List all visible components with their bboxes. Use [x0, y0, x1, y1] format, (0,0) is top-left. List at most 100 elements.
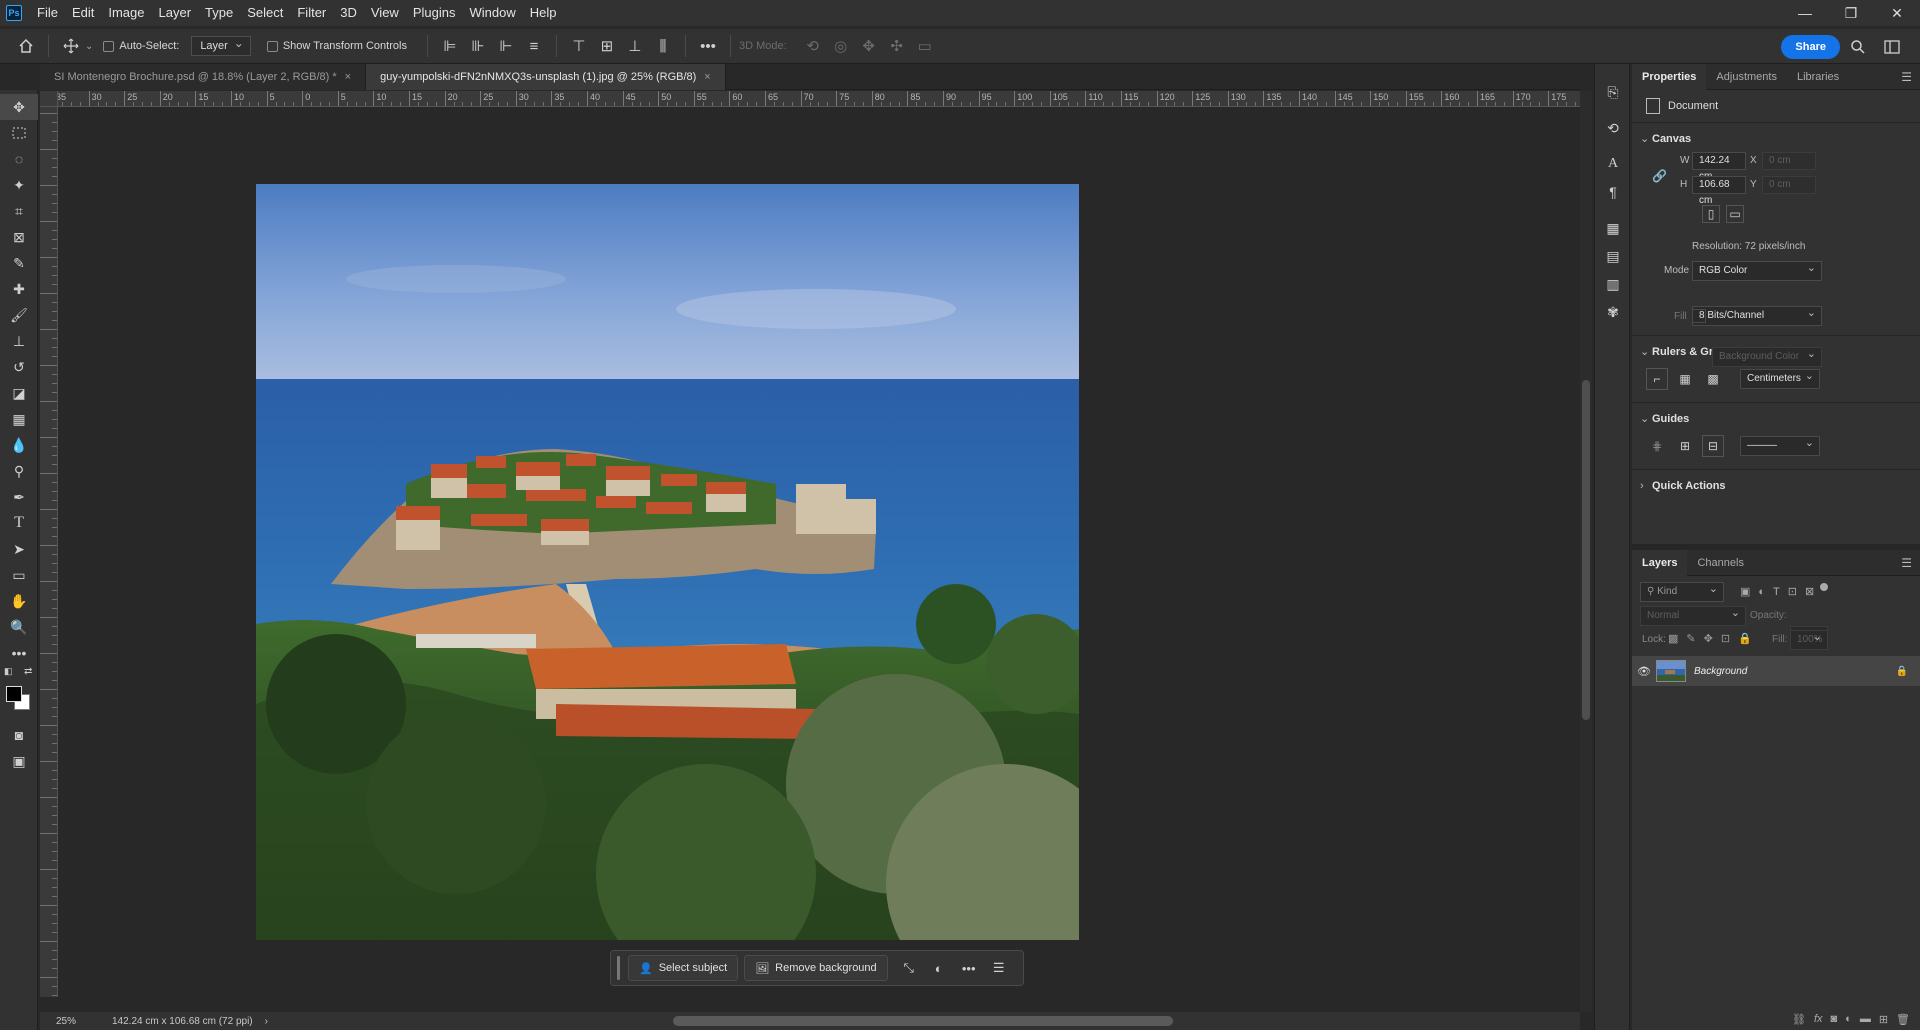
swatches-icon[interactable]: ▤	[1595, 242, 1631, 270]
show-transform-checkbox[interactable]	[266, 40, 278, 52]
align-top-icon[interactable]: ⊤	[565, 32, 593, 60]
height-field[interactable]: 106.68 cm	[1692, 176, 1746, 206]
align-bottom-icon[interactable]: ⊥	[621, 32, 649, 60]
drag-handle[interactable]	[617, 956, 620, 980]
guide-style-dropdown[interactable]: ———	[1740, 434, 1820, 456]
close-tab-icon[interactable]: ×	[704, 71, 710, 83]
select-subject-button[interactable]: 👤 Select subject	[628, 955, 739, 981]
layer-row-background[interactable]: 👁 Background 🔒	[1632, 656, 1920, 686]
guides-toggle-icon[interactable]: ⋕	[1646, 435, 1668, 457]
width-field[interactable]: 142.24 cm	[1692, 152, 1746, 182]
guides-section-header[interactable]: ⌄ Guides	[1632, 409, 1920, 429]
foreground-color-swatch[interactable]	[6, 686, 22, 702]
more-options-icon[interactable]: •••	[694, 32, 722, 60]
horizontal-scrollbar[interactable]	[673, 1016, 1173, 1026]
auto-select-checkbox[interactable]	[103, 40, 115, 52]
layers-menu-icon[interactable]: ☰	[1901, 556, 1912, 570]
link-layers-icon[interactable]: ⛓	[1792, 1013, 1806, 1026]
new-layer-icon[interactable]: ⊞	[1879, 1013, 1888, 1026]
more-options-icon[interactable]: •••	[954, 955, 984, 981]
zoom-tool-icon[interactable]: 🔍	[0, 614, 38, 640]
landscape-orientation-icon[interactable]: ▭	[1726, 205, 1744, 223]
align-left-icon[interactable]: ⊫	[436, 32, 464, 60]
settings-sliders-icon[interactable]: ☰	[984, 955, 1014, 981]
paragraph-icon[interactable]: ¶	[1595, 178, 1631, 206]
path-selection-tool-icon[interactable]: ➤	[0, 536, 38, 562]
menu-help[interactable]: Help	[523, 0, 564, 26]
default-colors-icon[interactable]: ◧	[4, 666, 13, 677]
lasso-tool-icon[interactable]: ◌	[0, 146, 38, 172]
dodge-tool-icon[interactable]: ⚲	[0, 458, 38, 484]
filter-type-icons[interactable]: ▣◐T⊡⊠	[1740, 585, 1822, 598]
gradients-icon[interactable]: ▥	[1595, 270, 1631, 298]
menu-layer[interactable]: Layer	[152, 0, 199, 26]
filter-kind-dropdown[interactable]: ⚲ Kind	[1640, 580, 1724, 602]
tab-properties[interactable]: Properties	[1632, 63, 1707, 90]
link-icon[interactable]: 🔗	[1652, 169, 1667, 183]
lock-icons[interactable]: ▩✎✥⊡🔒	[1668, 632, 1760, 645]
tab-channels[interactable]: Channels	[1687, 550, 1753, 576]
type-tool-icon[interactable]: T	[0, 510, 38, 536]
brush-tool-icon[interactable]: 🖌	[0, 302, 38, 328]
menu-select[interactable]: Select	[240, 0, 290, 26]
horizontal-ruler[interactable]: 3530252015105051015202530354045505560657…	[58, 91, 1580, 107]
move-tool-icon[interactable]: ✥	[0, 94, 38, 120]
workspace-icon[interactable]	[1878, 33, 1906, 61]
restore-button[interactable]: ❐	[1828, 0, 1874, 26]
add-mask-icon[interactable]: ◙	[1831, 1013, 1838, 1025]
share-button[interactable]: Share	[1781, 35, 1840, 59]
ruler-origin[interactable]	[40, 91, 58, 107]
quick-actions-header[interactable]: › Quick Actions	[1632, 476, 1920, 496]
color-mode-dropdown[interactable]: RGB Color	[1692, 259, 1822, 281]
menu-file[interactable]: File	[30, 0, 65, 26]
canvas-section-header[interactable]: ⌄ Canvas	[1632, 129, 1920, 149]
quick-mask-icon[interactable]: ◙	[0, 722, 38, 748]
edit-toolbar-icon[interactable]: •••	[0, 640, 38, 666]
distribute-h-icon[interactable]: ≡	[520, 32, 548, 60]
blur-tool-icon[interactable]: 💧	[0, 432, 38, 458]
menu-view[interactable]: View	[364, 0, 406, 26]
pen-tool-icon[interactable]: ✒	[0, 484, 38, 510]
vertical-ruler[interactable]	[40, 107, 58, 997]
menu-type[interactable]: Type	[198, 0, 240, 26]
table-icon[interactable]: ▦	[1595, 214, 1631, 242]
grid-toggle-icon[interactable]: ▦	[1674, 368, 1696, 390]
align-right-icon[interactable]: ⊩	[492, 32, 520, 60]
remove-background-button[interactable]: 🖼 Remove background	[744, 955, 888, 981]
auto-select-target-dropdown[interactable]: Layer	[191, 34, 251, 56]
layer-lock-icon[interactable]: 🔒	[1896, 666, 1908, 677]
ruler-units-dropdown[interactable]: Centimeters	[1740, 367, 1820, 389]
new-group-icon[interactable]: ▬	[1860, 1013, 1871, 1025]
adjustment-layer-icon[interactable]: ◐	[1845, 1013, 1852, 1025]
tab-adjustments[interactable]: Adjustments	[1706, 64, 1787, 90]
status-menu-arrow[interactable]: ›	[265, 1016, 268, 1027]
transform-icon[interactable]: ⤡	[894, 955, 924, 981]
visibility-eye-icon[interactable]: 👁	[1632, 665, 1656, 678]
rectangle-tool-icon[interactable]: ▭	[0, 562, 38, 588]
tab-libraries[interactable]: Libraries	[1787, 64, 1849, 90]
swap-colors-icon[interactable]: ⇄	[24, 666, 32, 677]
history-brush-tool-icon[interactable]: ↺	[0, 354, 38, 380]
bit-depth-dropdown[interactable]: 8 Bits/Channel	[1692, 304, 1822, 326]
move-tool-preset-icon[interactable]	[57, 32, 85, 60]
menu-3d[interactable]: 3D	[333, 0, 364, 26]
eraser-tool-icon[interactable]: ◪	[0, 380, 38, 406]
fx-icon[interactable]: fx	[1814, 1013, 1823, 1025]
home-icon[interactable]	[12, 32, 40, 60]
menu-edit[interactable]: Edit	[65, 0, 101, 26]
distribute-v-icon[interactable]: ⫼	[649, 32, 677, 60]
crop-tool-icon[interactable]: ⌗	[0, 198, 38, 224]
clone-stamp-tool-icon[interactable]: ⊥	[0, 328, 38, 354]
new-guide-icon[interactable]: ⊞	[1674, 435, 1696, 457]
screen-mode-icon[interactable]: ▣	[0, 748, 38, 774]
menu-window[interactable]: Window	[462, 0, 522, 26]
search-icon[interactable]	[1844, 33, 1872, 61]
frame-tool-icon[interactable]: ⊠	[0, 224, 38, 250]
document-image[interactable]	[256, 184, 1079, 940]
portrait-orientation-icon[interactable]: ▯	[1702, 205, 1720, 223]
marquee-tool-icon[interactable]	[0, 120, 38, 146]
filter-toggle-icon[interactable]	[1820, 583, 1828, 591]
hand-tool-icon[interactable]: ✋	[0, 588, 38, 614]
adjustment-icon[interactable]: ◐	[924, 955, 954, 981]
magic-wand-tool-icon[interactable]: ✦	[0, 172, 38, 198]
